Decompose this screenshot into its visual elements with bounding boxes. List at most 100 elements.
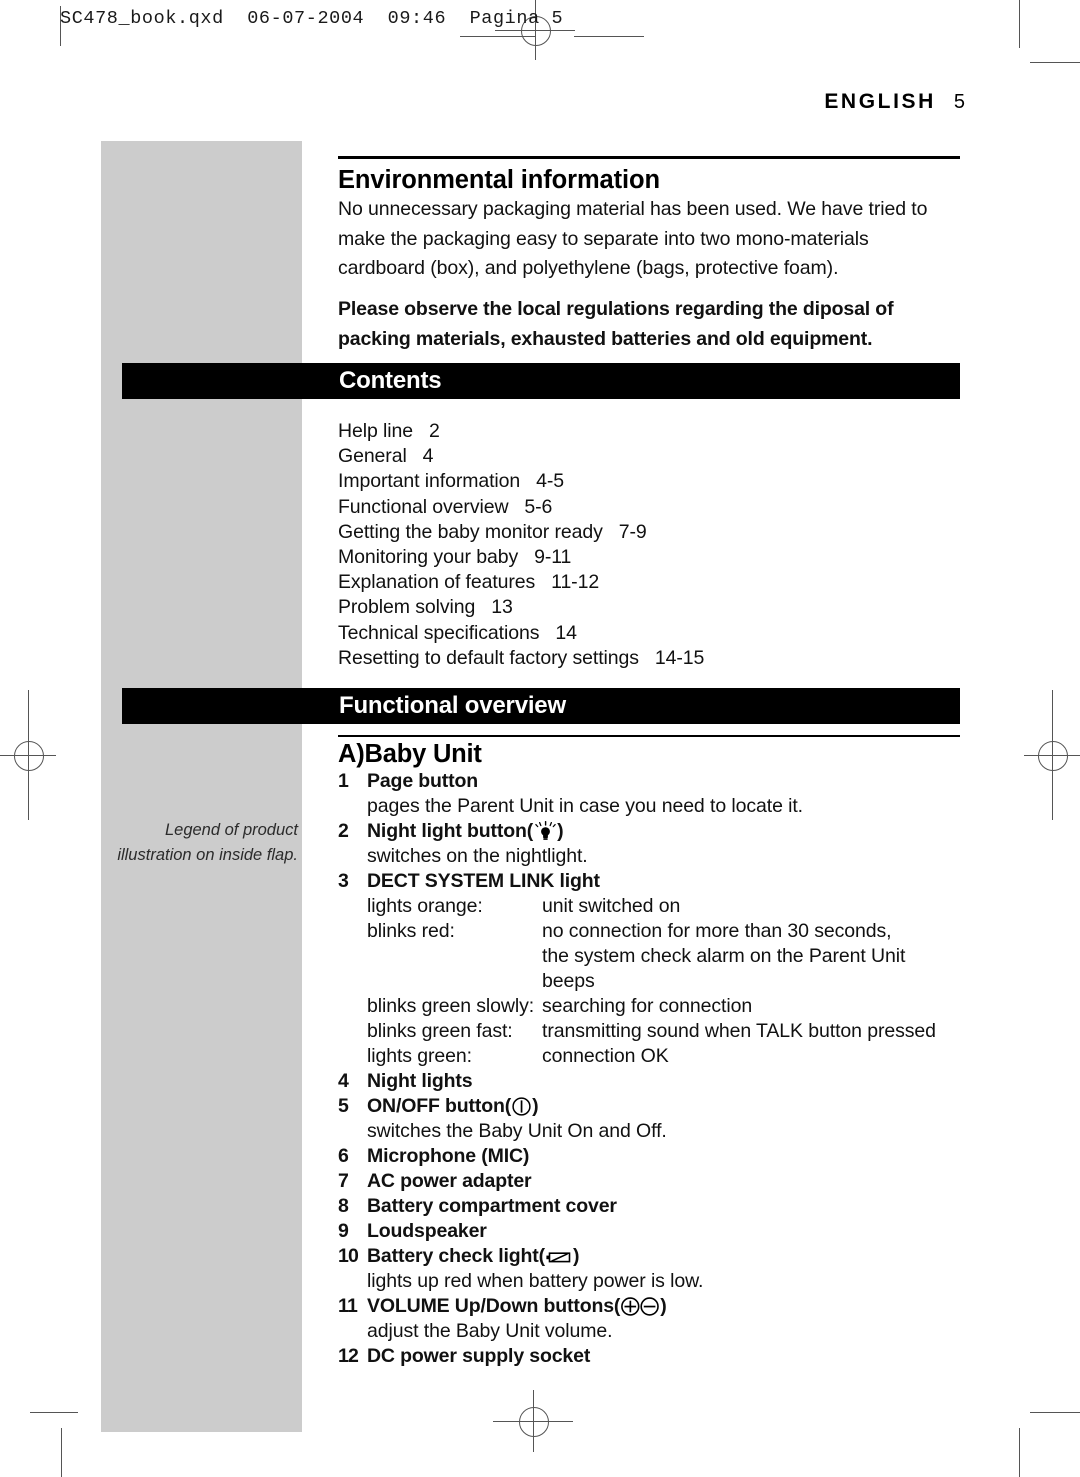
dect-status-state: lights orange: [367, 895, 483, 917]
item-heading: 5 ON/OFF button () [338, 1094, 960, 1119]
item-number: 12 [338, 1345, 359, 1367]
crop-mark-bottom-left-horizontal [30, 1412, 78, 1413]
toc-entry-pages: 2 [428, 420, 440, 442]
toc-entry[interactable]: Help line 2 [338, 419, 704, 444]
item-label-text: Page button [367, 770, 479, 792]
item-label: Loudspeaker [367, 1219, 487, 1244]
registration-mark-left [0, 690, 56, 820]
functional-overview-item[interactable]: 1 Page button pages the Parent Unit in cas… [338, 769, 960, 819]
toc-entry[interactable]: Problem solving 13 [338, 595, 704, 620]
icon-paren-open: ( [526, 820, 534, 842]
toc-entry-title: Problem solving [338, 596, 476, 619]
item-number: 9 [338, 1220, 349, 1242]
toc-entry-pages: 13 [491, 596, 513, 619]
icon-paren-open: ( [613, 1295, 621, 1317]
dect-status-table: lights orange: unit switched on blinks red… [367, 894, 960, 1069]
lightbulb-icon [535, 820, 556, 843]
icon-paren-close: ) [532, 1095, 539, 1117]
baby-unit-heading: A)Baby Unit [338, 740, 482, 768]
battery-icon [546, 1250, 572, 1264]
dect-status-state: lights green: [367, 1045, 472, 1067]
item-number: 7 [338, 1170, 349, 1192]
toc-entry-pages: 9-11 [534, 546, 572, 569]
item-description: switches on the nightlight. [367, 845, 588, 867]
item-label-text: Loudspeaker [367, 1220, 487, 1242]
legend-note: Legend of product illustration on inside… [101, 818, 298, 868]
functional-overview-items: 1 Page button pages the Parent Unit in cas… [338, 769, 960, 1369]
dect-status-meaning: transmitting sound when TALK button pres… [542, 1020, 936, 1042]
toc-entry-pages: 7-9 [618, 520, 647, 543]
print-header: SC478_book.qxd 06-07-2004 09:46 Pagina 5 [60, 8, 563, 29]
toc-entry-title: Help line [338, 420, 413, 442]
item-heading: 6 Microphone (MIC) [338, 1144, 960, 1169]
functional-overview-item[interactable]: 7 AC power adapter [338, 1169, 960, 1194]
item-label: Night light button () [367, 819, 564, 844]
toc-entry[interactable]: Explanation of features 11-12 [338, 570, 704, 595]
dect-status-meaning: connection OK [542, 1045, 669, 1067]
functional-overview-item[interactable]: 8 Battery compartment cover [338, 1194, 960, 1219]
item-label-text: Battery compartment cover [367, 1195, 617, 1217]
functional-overview-item[interactable]: 10 Battery check light () lights up red wh… [338, 1244, 960, 1294]
dect-status-continuation: the system check alarm on the Parent Uni… [542, 945, 906, 992]
item-label: Night lights [367, 1069, 473, 1094]
item-label: Battery compartment cover [367, 1194, 617, 1219]
environmental-paragraph: No unnecessary packaging material has be… [338, 198, 928, 279]
dect-status-row: blinks red: no connection for more than 3… [367, 919, 960, 944]
item-label: DECT SYSTEM LINK light [367, 869, 600, 894]
item-label-text: AC power adapter [367, 1170, 532, 1192]
item-heading: 1 Page button [338, 769, 960, 794]
functional-overview-item[interactable]: 11 VOLUME Up/Down buttons () adjust the Ba… [338, 1294, 960, 1344]
baby-unit-rule [338, 735, 960, 737]
item-label: Battery check light () [367, 1244, 579, 1269]
toc-entry[interactable]: General 4 [338, 444, 704, 469]
dect-status-row: lights orange: unit switched on [367, 894, 960, 919]
item-label: AC power adapter [367, 1169, 532, 1194]
item-label-text: Night lights [367, 1070, 473, 1092]
dect-status-meaning: searching for connection [542, 995, 753, 1017]
item-description: lights up red when battery power is low. [367, 1270, 704, 1292]
toc-entry[interactable]: Functional overview 5-6 [338, 495, 704, 520]
item-label-text: DECT SYSTEM LINK light [367, 870, 600, 892]
item-number: 4 [338, 1070, 349, 1092]
toc-entry-title: Resetting to default factory settings [338, 646, 639, 669]
legend-line-1: Legend of product [164, 821, 298, 839]
toc-entry-title: General [338, 445, 407, 468]
toc-entry[interactable]: Resetting to default factory settings 14… [338, 646, 704, 671]
toc-entry-pages: 14 [555, 621, 577, 644]
toc-entry-title: Getting the baby monitor ready [338, 520, 603, 543]
item-heading: 11 VOLUME Up/Down buttons () [338, 1294, 960, 1319]
dect-status-row: lights green: connection OK [367, 1044, 960, 1069]
item-label-text: DC power supply socket [367, 1345, 591, 1367]
toc-entry[interactable]: Technical specifications 14 [338, 621, 704, 646]
functional-overview-item[interactable]: 2 Night light button () switches on the ni… [338, 819, 960, 869]
crop-mark-bottom-left [61, 1428, 62, 1477]
crop-mark-top-right-horizontal [1030, 62, 1080, 63]
item-number: 5 [338, 1095, 349, 1117]
item-heading: 4 Night lights [338, 1069, 960, 1094]
item-label: ON/OFF button () [367, 1094, 539, 1119]
toc-entry[interactable]: Getting the baby monitor ready 7-9 [338, 520, 704, 545]
dect-status-meaning: unit switched on [542, 895, 681, 917]
item-number: 6 [338, 1145, 349, 1167]
functional-overview-item[interactable]: 12 DC power supply socket [338, 1344, 960, 1369]
functional-overview-item[interactable]: 4 Night lights [338, 1069, 960, 1094]
item-heading: 8 Battery compartment cover [338, 1194, 960, 1219]
functional-overview-item[interactable]: 9 Loudspeaker [338, 1219, 960, 1244]
legend-line-2: illustration on inside flap. [117, 846, 298, 864]
icon-paren-open: ( [504, 1095, 512, 1117]
toc-entry[interactable]: Important information 4-5 [338, 469, 704, 494]
crop-mark-bottom-right [1019, 1428, 1020, 1477]
icon-paren-close: ) [557, 820, 564, 842]
functional-overview-item[interactable]: 6 Microphone (MIC) [338, 1144, 960, 1169]
toc-entry-title: Technical specifications [338, 621, 540, 644]
item-label: VOLUME Up/Down buttons () [367, 1294, 667, 1319]
dect-status-row: blinks green fast: transmitting sound whe… [367, 1019, 960, 1044]
item-heading: 10 Battery check light () [338, 1244, 960, 1269]
functional-overview-item[interactable]: 3 DECT SYSTEM LINK light lights orange: uni… [338, 869, 960, 1069]
toc-entry-title: Monitoring your baby [338, 546, 519, 569]
dect-status-state: blinks green slowly: [367, 995, 535, 1017]
toc-entry-pages: 11-12 [551, 571, 600, 594]
item-number: 11 [338, 1295, 358, 1317]
functional-overview-item[interactable]: 5 ON/OFF button () switches the Baby Unit … [338, 1094, 960, 1144]
toc-entry[interactable]: Monitoring your baby 9-11 [338, 545, 704, 570]
